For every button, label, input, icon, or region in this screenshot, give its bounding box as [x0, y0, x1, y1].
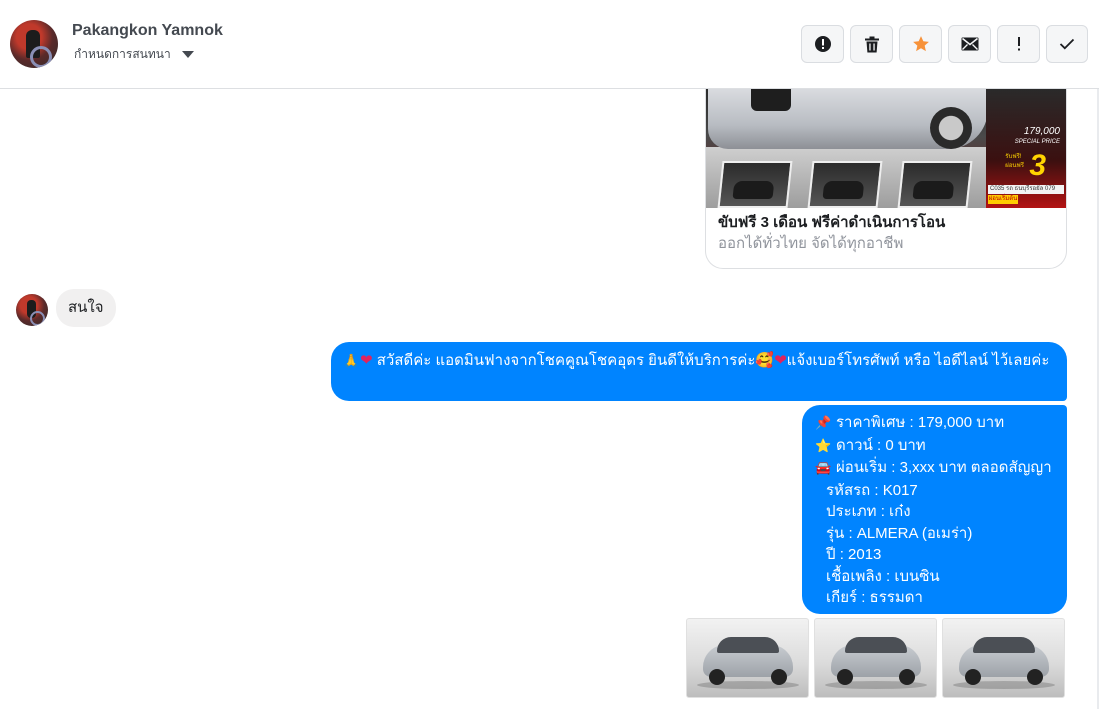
thumbnail-car	[822, 181, 865, 199]
message-line: 🚘 ผ่อนเริ่ม : 3,xxx บาท ตลอดสัญญา	[815, 457, 1057, 480]
image-thumbnail	[897, 161, 973, 208]
message-thread: 179,000 SPECIAL PRICE รับฟรี! ผ่อนฟรี 3 …	[0, 89, 1099, 709]
message-text-continued: แจ้งเบอร์โทรศัพท์ หรือ ไอดีไลน์ ไว้เลยค่…	[786, 352, 1050, 369]
heart-emoji-icon: ❤	[360, 351, 373, 369]
avatar-wheel	[30, 46, 52, 68]
conversation-header: Pakangkon Yamnok กำหนดการสนทนา	[0, 0, 1099, 89]
message-line: 📌 ราคาพิเศษ : 179,000 บาท	[815, 412, 1057, 435]
envelope-icon	[961, 37, 978, 51]
shared-post-card[interactable]: 179,000 SPECIAL PRICE รับฟรี! ผ่อนฟรี 3 …	[705, 89, 1067, 269]
car-emoji-icon: 🚘	[815, 461, 832, 476]
shared-post-image: 179,000 SPECIAL PRICE รับฟรี! ผ่อนฟรี 3 …	[706, 89, 1066, 208]
image-car-wheel	[930, 107, 972, 149]
car-year-line: ปี : 2013	[826, 546, 882, 563]
outgoing-message-bubble[interactable]: 📌 ราคาพิเศษ : 179,000 บาท ⭐ ดาวน์ : 0 บาท …	[802, 405, 1067, 614]
fuel-line: เชื้อเพลิง : เบนซิน	[826, 567, 940, 585]
toolbar	[801, 25, 1088, 63]
thumbnail-car	[912, 181, 955, 199]
image-thumbnail	[717, 161, 793, 208]
star-icon	[912, 36, 929, 52]
car-photo[interactable]	[686, 618, 809, 698]
avatar-wheel	[30, 311, 45, 326]
photo-car-tyre	[771, 669, 787, 685]
exclamation-icon	[1017, 37, 1020, 51]
promo-number: 3	[1029, 149, 1046, 182]
photo-car-tyre	[837, 669, 853, 685]
schedule-dropdown[interactable]: กำหนดการสนทนา	[74, 45, 194, 64]
schedule-label: กำหนดการสนทนา	[74, 47, 171, 61]
down-payment-line: ดาวน์ : 0 บาท	[836, 436, 926, 454]
heart-emoji-icon: ❤	[774, 351, 787, 369]
installment-line: ผ่อนเริ่ม : 3,xxx บาท ตลอดสัญญา	[836, 459, 1052, 476]
photo-car-glass	[973, 637, 1035, 653]
check-icon	[1059, 38, 1075, 50]
shared-post-subtitle: ออกได้ทั่วไทย จัดได้ทุกอาชีพ	[718, 235, 904, 252]
alert-circle-icon	[814, 36, 831, 52]
promo-price-value: 179,000	[1023, 126, 1060, 137]
pray-emoji-icon: 🙏	[343, 354, 360, 369]
car-photo[interactable]	[814, 618, 937, 698]
trash-icon	[864, 36, 879, 52]
photo-car-glass	[845, 637, 907, 653]
image-car-grille	[751, 89, 791, 111]
caret-down-icon	[181, 51, 194, 58]
star-emoji-icon: ⭐	[815, 438, 832, 454]
photo-car-tyre	[709, 669, 725, 685]
incoming-message-bubble[interactable]: สนใจ	[56, 289, 116, 327]
promo-label: รับฟรี! ผ่อนฟรี	[1005, 153, 1024, 171]
promo-label-bottom: ผ่อนฟรี	[1005, 163, 1024, 169]
promo-tag: ผ่อนเริ่มต้น	[988, 195, 1018, 204]
promo-label-top: รับฟรี!	[1005, 154, 1022, 160]
car-type-line: ประเภท : เก๋ง	[826, 503, 911, 520]
pushpin-emoji-icon: 📌	[815, 416, 832, 431]
outgoing-message-bubble[interactable]: 🙏❤ สวัสดีค่ะ แอดมินฟางจากโชคคูณโชคอุดร ย…	[331, 342, 1067, 401]
car-model-line: รุ่น : ALMERA (อเมร่า)	[826, 524, 973, 542]
mark-spam-button[interactable]	[801, 25, 844, 63]
message-text: สวัสดีค่ะ แอดมินฟางจากโชคคูณโชคอุดร ยินด…	[376, 352, 756, 369]
mark-important-button[interactable]	[997, 25, 1040, 63]
contact-name[interactable]: Pakangkon Yamnok	[72, 22, 223, 40]
photo-car-tyre	[965, 669, 981, 685]
star-button[interactable]	[899, 25, 942, 63]
price-line: ราคาพิเศษ : 179,000 บาท	[836, 414, 1005, 431]
promo-code: C035 รถ ธนบุรีรอยัล 079	[988, 185, 1064, 194]
delete-button[interactable]	[850, 25, 893, 63]
promo-price: 179,000 SPECIAL PRICE	[1015, 127, 1060, 147]
mark-done-button[interactable]	[1046, 25, 1088, 63]
message-line: ⭐ ดาวน์ : 0 บาท	[815, 435, 1057, 458]
avatar[interactable]	[10, 20, 58, 68]
promo-price-label: SPECIAL PRICE	[1014, 139, 1060, 145]
mark-unread-button[interactable]	[948, 25, 991, 63]
photo-car-tyre	[899, 669, 915, 685]
image-thumbnail	[807, 161, 883, 208]
photo-car-glass	[717, 637, 779, 653]
thumbnail-car	[732, 181, 775, 199]
car-photo[interactable]	[942, 618, 1065, 698]
promo-panel: 179,000 SPECIAL PRICE รับฟรี! ผ่อนฟรี 3 …	[986, 89, 1066, 208]
smiling-hearts-emoji-icon: 🥰	[755, 351, 775, 369]
car-code-line: รหัสรถ : K017	[826, 481, 918, 499]
photo-car-tyre	[1027, 669, 1043, 685]
photo-attachments	[686, 618, 1065, 698]
gear-line: เกียร์ : ธรรมดา	[826, 589, 923, 606]
sender-avatar[interactable]	[16, 294, 48, 326]
